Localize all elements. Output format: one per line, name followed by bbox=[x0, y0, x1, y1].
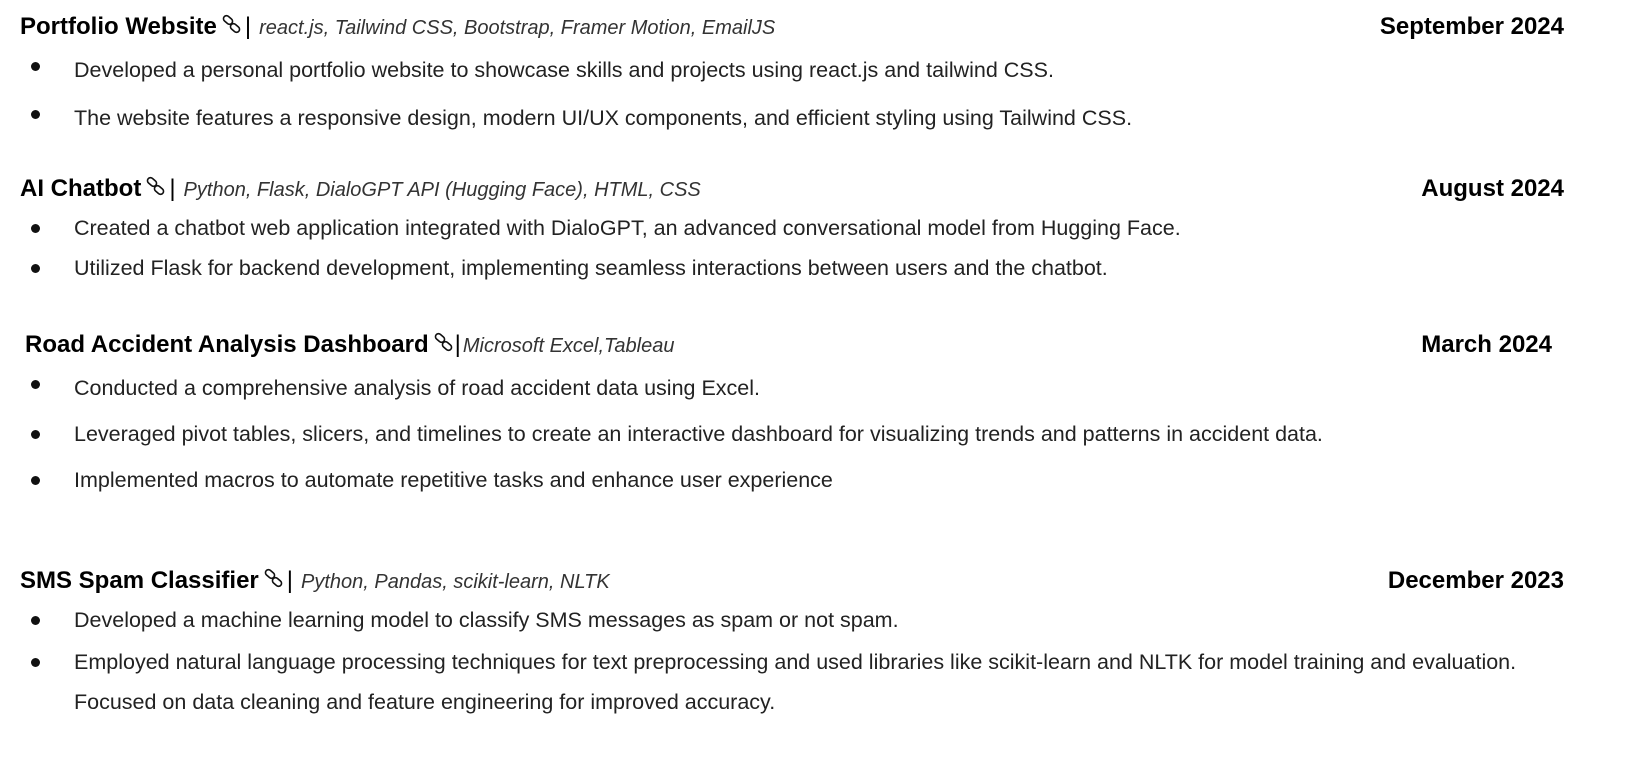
project-header-left: Portfolio Website | react.js, Tailwind C… bbox=[20, 8, 775, 47]
project-title: Portfolio Website bbox=[20, 13, 217, 40]
project-sms-spam-classifier: SMS Spam Classifier | Python, Pandas, sc… bbox=[20, 562, 1564, 722]
list-item: Developed a personal portfolio website t… bbox=[20, 46, 1564, 94]
project-title: SMS Spam Classifier bbox=[20, 567, 259, 594]
project-tech-stack: Microsoft Excel,Tableau bbox=[462, 335, 675, 357]
list-item: Leveraged pivot tables, slicers, and tim… bbox=[25, 412, 1552, 460]
project-road-accident-dashboard: Road Accident Analysis Dashboard | Micro… bbox=[25, 326, 1552, 500]
separator: | bbox=[244, 13, 252, 40]
project-tech-stack: Python, Flask, DialoGPT API (Hugging Fac… bbox=[183, 179, 701, 201]
project-header: AI Chatbot | Python, Flask, DialoGPT API… bbox=[20, 170, 1564, 208]
project-ai-chatbot: AI Chatbot | Python, Flask, DialoGPT API… bbox=[20, 170, 1564, 288]
resume-projects-section: Portfolio Website | react.js, Tailwind C… bbox=[0, 0, 1639, 760]
list-item: The website features a responsive design… bbox=[20, 94, 1564, 142]
project-header: Road Accident Analysis Dashboard | Micro… bbox=[25, 326, 1552, 364]
project-date: March 2024 bbox=[1421, 331, 1552, 358]
project-bullet-list: Conducted a comprehensive analysis of ro… bbox=[25, 364, 1552, 500]
project-bullet-list: Developed a machine learning model to cl… bbox=[20, 600, 1564, 722]
project-title: Road Accident Analysis Dashboard bbox=[25, 331, 429, 358]
project-tech-stack: react.js, Tailwind CSS, Bootstrap, Frame… bbox=[259, 17, 776, 39]
project-date: September 2024 bbox=[1379, 13, 1564, 40]
separator: | bbox=[454, 331, 461, 358]
link-icon[interactable] bbox=[145, 175, 167, 197]
project-portfolio-website: Portfolio Website | react.js, Tailwind C… bbox=[20, 8, 1564, 142]
project-date: August 2024 bbox=[1421, 175, 1564, 202]
list-item: Employed natural language processing tec… bbox=[20, 640, 1564, 722]
project-header-left: Road Accident Analysis Dashboard | Micro… bbox=[25, 326, 674, 365]
project-header: SMS Spam Classifier | Python, Pandas, sc… bbox=[20, 562, 1564, 600]
list-item: Developed a machine learning model to cl… bbox=[20, 600, 1564, 640]
link-icon[interactable] bbox=[221, 13, 243, 35]
project-header: Portfolio Website | react.js, Tailwind C… bbox=[20, 8, 1564, 46]
link-icon[interactable] bbox=[263, 567, 285, 589]
separator: | bbox=[286, 567, 293, 594]
project-header-left: AI Chatbot | Python, Flask, DialoGPT API… bbox=[20, 170, 701, 209]
list-item: Created a chatbot web application integr… bbox=[20, 208, 1564, 248]
list-item: Utilized Flask for backend development, … bbox=[20, 248, 1564, 288]
project-bullet-list: Created a chatbot web application integr… bbox=[20, 208, 1564, 288]
project-title: AI Chatbot bbox=[20, 175, 142, 202]
project-date: December 2023 bbox=[1387, 567, 1564, 594]
list-item: Implemented macros to automate repetitiv… bbox=[25, 460, 1552, 500]
link-icon[interactable] bbox=[433, 331, 455, 353]
separator: | bbox=[169, 175, 176, 202]
project-header-left: SMS Spam Classifier | Python, Pandas, sc… bbox=[20, 562, 610, 601]
project-tech-stack: Python, Pandas, scikit-learn, NLTK bbox=[301, 571, 610, 593]
project-bullet-list: Developed a personal portfolio website t… bbox=[20, 46, 1564, 142]
list-item: Conducted a comprehensive analysis of ro… bbox=[25, 364, 1552, 412]
